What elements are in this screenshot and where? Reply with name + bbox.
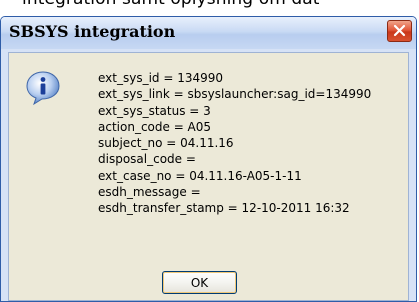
message-line: ext_sys_link = sbsyslauncher:sag_id=1349… bbox=[98, 87, 372, 102]
dialog-body: ext_sys_id = 134990 ext_sys_link = sbsysl… bbox=[8, 52, 409, 301]
close-icon bbox=[393, 24, 406, 37]
background-document-text: integration samt oplysning om dat bbox=[22, 0, 320, 9]
message-line: ext_case_no = 04.11.16-A05-1-11 bbox=[98, 168, 302, 183]
close-button[interactable] bbox=[387, 20, 412, 42]
message-line: esdh_transfer_stamp = 12-10-2011 16:32 bbox=[98, 201, 350, 216]
message-line: disposal_code = bbox=[98, 152, 196, 167]
message-line: action_code = A05 bbox=[98, 119, 212, 134]
message-line: subject_no = 04.11.16 bbox=[98, 136, 234, 151]
message-line: ext_sys_id = 134990 bbox=[98, 71, 224, 85]
message-line: esdh_message = bbox=[98, 185, 201, 200]
dialog-titlebar[interactable]: SBSYS integration bbox=[1, 17, 416, 49]
ok-button[interactable]: OK bbox=[162, 271, 237, 294]
message-line: ext_sys_status = 3 bbox=[98, 103, 211, 118]
info-icon bbox=[26, 71, 60, 106]
dialog-title: SBSYS integration bbox=[9, 22, 176, 41]
message-text: ext_sys_id = 134990 ext_sys_link = sbsysl… bbox=[98, 70, 371, 217]
message-dialog: SBSYS integration ext_sys_id = 134990 ext… bbox=[0, 16, 417, 302]
